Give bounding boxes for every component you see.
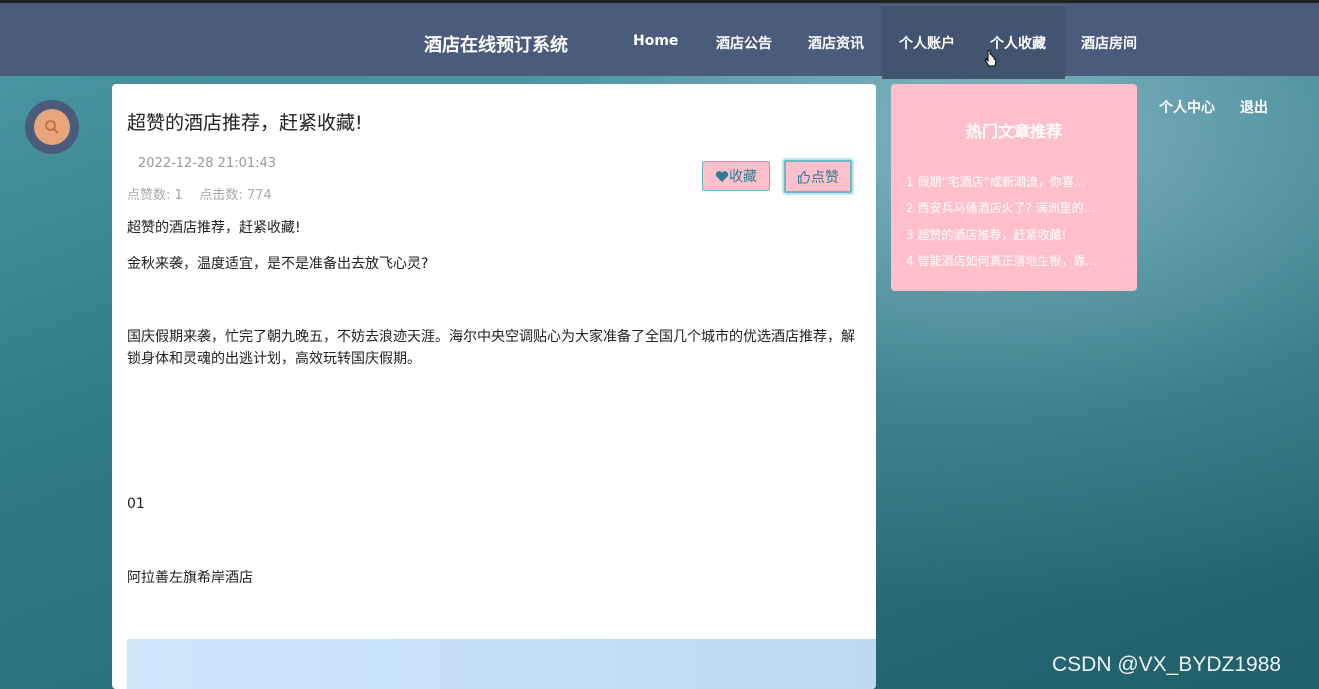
hot-article-item[interactable]: 4 智能酒店如何真正落地生根，靠... [906,252,1097,269]
article-date: 2022-12-28 21:01:43 [138,156,277,171]
search-icon [34,109,70,145]
pointer-cursor-icon [984,50,997,67]
collect-button[interactable]: 收藏 [702,161,770,191]
article-paragraph: 阿拉善左旗希岸酒店 [127,570,253,586]
hot-articles-title: 热门文章推荐 [965,122,1062,141]
top-navbar: 酒店在线预订系统 Home 酒店公告 酒店资讯 个人账户 个人收藏 酒店房间 [0,0,1319,79]
hot-articles-panel: 热门文章推荐 1 假期“宅酒店”成新潮流，你喜... 2 西安兵马俑酒店火了? … [891,84,1137,291]
user-center-link[interactable]: 个人中心 [1159,97,1215,117]
article-paragraph: 国庆假期来袭，忙完了朝九晚五，不妨去浪迹天涯。海尔中央空调贴心为大家准备了全国几… [127,329,855,367]
collect-label: 收藏 [729,169,757,185]
hot-article-item[interactable]: 3 超赞的酒店推荐，赶紧收藏! [906,226,1066,243]
nav-hotel-news[interactable]: 酒店资讯 [808,33,864,53]
article-title: 超赞的酒店推荐，赶紧收藏! [127,112,363,134]
hot-article-item[interactable]: 1 假期“宅酒店”成新潮流，你喜... [906,173,1085,190]
watermark: CSDN @VX_BYDZ1988 [1052,653,1282,676]
article-paragraph: 金秋来袭，温度适宜，是不是准备出去放飞心灵? [127,256,429,272]
site-title: 酒店在线预订系统 [424,35,568,56]
thumb-up-icon [797,170,810,184]
logout-link[interactable]: 退出 [1240,97,1268,117]
nav-hotel-rooms[interactable]: 酒店房间 [1081,33,1137,53]
nav-personal-favorites[interactable]: 个人收藏 [990,33,1046,53]
article-paragraph: 01 [127,496,145,512]
nav-hotel-notice[interactable]: 酒店公告 [716,33,772,53]
hot-article-item[interactable]: 2 西安兵马俑酒店火了? 满洲里的... [906,199,1095,216]
heart-icon [715,170,729,182]
article-paragraph: 超赞的酒店推荐，赶紧收藏! [127,220,301,236]
like-label: 点赞 [811,169,839,186]
nav-personal-account[interactable]: 个人账户 [899,33,955,53]
nav-home[interactable]: Home [633,33,678,49]
article-stats: 点赞数: 1 点击数: 774 [127,188,272,203]
like-button[interactable]: 点赞 [784,160,852,193]
search-button[interactable] [25,100,79,154]
article-card: 超赞的酒店推荐，赶紧收藏! 2022-12-28 21:01:43 点赞数: 1… [112,84,876,689]
article-image [127,639,876,689]
